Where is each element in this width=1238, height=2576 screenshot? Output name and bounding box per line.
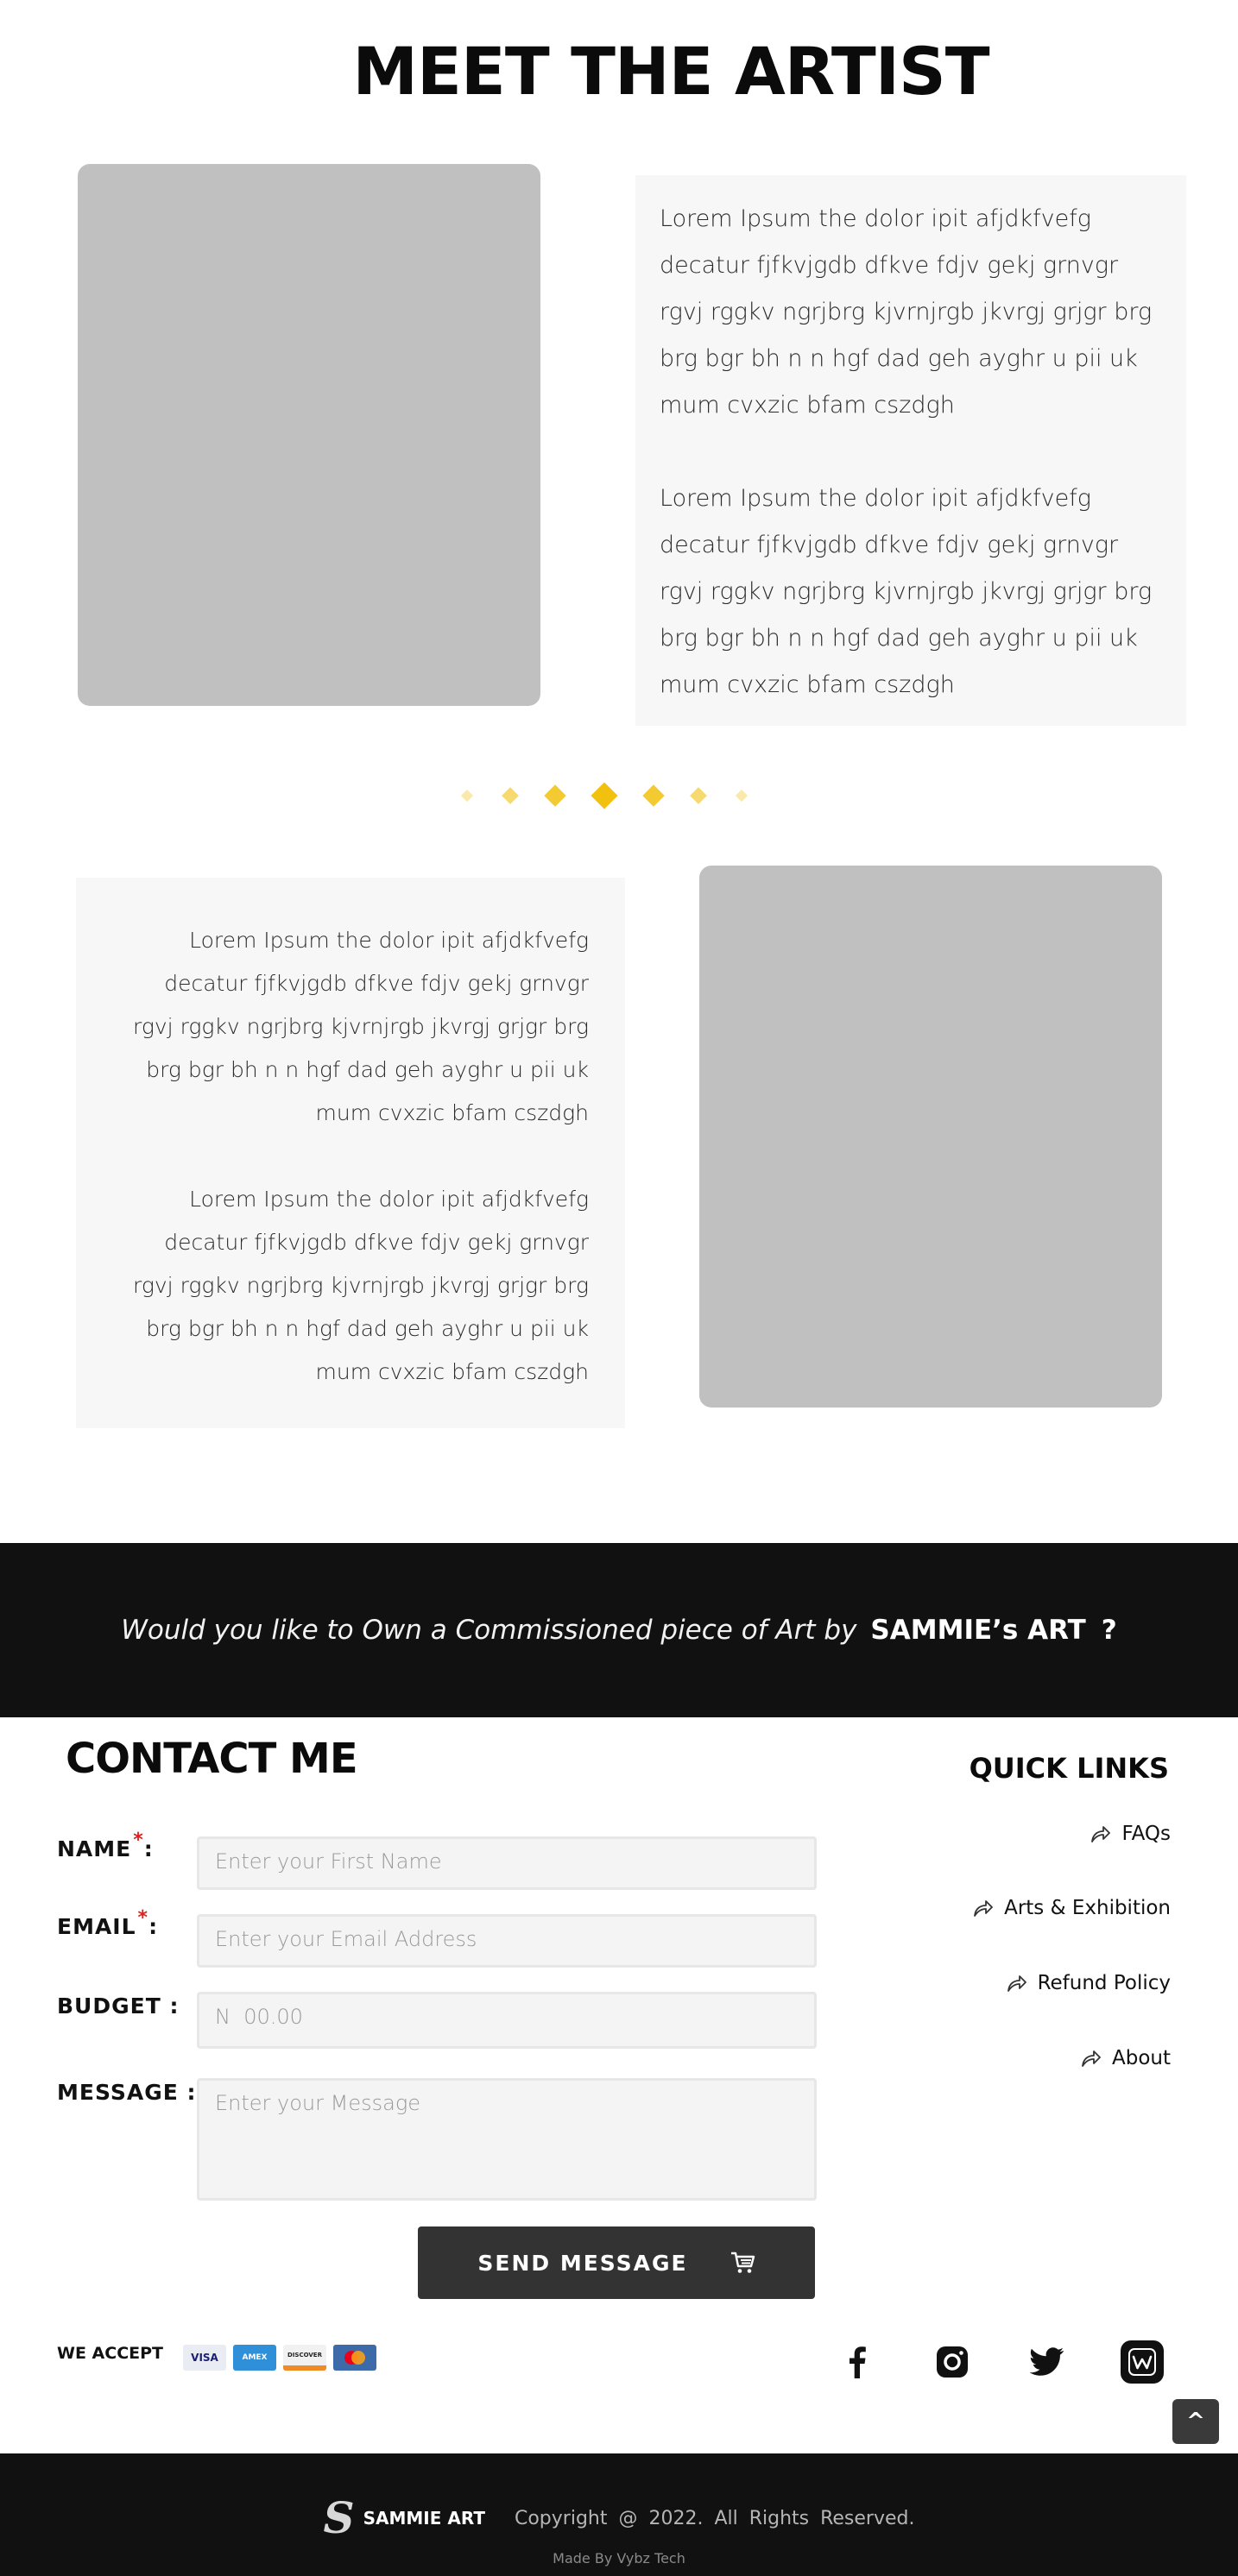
- payment-cards: VISA AMEX DISCOVER: [183, 2345, 376, 2371]
- required-mark: *: [133, 1830, 144, 1851]
- diamond-divider-icon: [449, 777, 794, 811]
- quick-link-about[interactable]: About: [1081, 2047, 1171, 2069]
- budget-input[interactable]: [215, 2005, 799, 2029]
- share-arrow-icon: [1091, 1826, 1111, 1842]
- mastercard-icon: [333, 2345, 376, 2371]
- name-label: NAME*:: [57, 1830, 154, 1861]
- contact-title: CONTACT ME: [66, 1735, 358, 1783]
- made-by-credit: Made By Vybz Tech: [553, 2550, 685, 2567]
- quick-links-title: QUICK LINKS: [969, 1752, 1169, 1785]
- about-paragraph: Lorem Ipsum the dolor ipit afjdkfvefg de…: [660, 205, 1153, 419]
- about-paragraph: Lorem Ipsum the dolor ipit afjdkfvefg de…: [133, 928, 589, 1125]
- send-message-button[interactable]: SEND MESSAGE: [418, 2226, 815, 2299]
- instagram-icon[interactable]: [931, 2340, 974, 2384]
- artist-photo-2: [699, 866, 1162, 1408]
- email-input[interactable]: [215, 1927, 799, 1951]
- commission-question: Would you like to Own a Commissioned pie…: [121, 1615, 857, 1646]
- we-accept-label: WE ACCEPT: [57, 2344, 164, 2363]
- email-field[interactable]: [197, 1914, 817, 1968]
- share-arrow-icon: [1082, 2050, 1101, 2067]
- commission-banner: Would you like to Own a Commissioned pie…: [0, 1543, 1238, 1717]
- message-label: MESSAGE :: [57, 2080, 197, 2105]
- required-mark: *: [137, 1907, 149, 1929]
- site-footer: S SAMMIE ART Copyright @ 2022. All Right…: [0, 2453, 1238, 2576]
- facebook-icon[interactable]: [836, 2340, 879, 2384]
- about-paragraph: Lorem Ipsum the dolor ipit afjdkfvefg de…: [660, 485, 1153, 698]
- copyright-text: Copyright @ 2022. All Rights Reserved.: [514, 2507, 915, 2529]
- email-label: EMAIL*:: [57, 1907, 159, 1939]
- about-paragraph: Lorem Ipsum the dolor ipit afjdkfvefg de…: [133, 1187, 589, 1384]
- send-message-label: SEND MESSAGE: [477, 2250, 688, 2276]
- artist-photo-1: [78, 164, 540, 706]
- visa-card-icon: VISA: [183, 2345, 226, 2371]
- quick-link-faqs[interactable]: FAQs: [1090, 1823, 1171, 1845]
- name-field[interactable]: [197, 1836, 817, 1890]
- brand-logo-icon[interactable]: S: [323, 2497, 354, 2540]
- budget-label: BUDGET :: [57, 1993, 180, 2019]
- message-input[interactable]: [215, 2091, 799, 2163]
- share-arrow-icon: [1007, 1975, 1026, 1992]
- twitter-icon[interactable]: [1026, 2340, 1069, 2384]
- cart-icon: [730, 2252, 755, 2273]
- quick-link-arts-exhibition[interactable]: Arts & Exhibition: [973, 1897, 1171, 1919]
- amex-card-icon: AMEX: [233, 2345, 276, 2371]
- name-input[interactable]: [215, 1849, 799, 1874]
- message-field[interactable]: [197, 2078, 817, 2201]
- about-text-block-1: Lorem Ipsum the dolor ipit afjdkfvefg de…: [635, 175, 1186, 726]
- footer-brand-name[interactable]: SAMMIE ART: [363, 2508, 485, 2529]
- wattpad-icon[interactable]: [1121, 2340, 1164, 2384]
- about-text-block-2: Lorem Ipsum the dolor ipit afjdkfvefg de…: [76, 878, 625, 1428]
- page-title: MEET THE ARTIST: [352, 33, 989, 110]
- share-arrow-icon: [974, 1900, 993, 1917]
- discover-card-icon: DISCOVER: [283, 2345, 326, 2371]
- commission-brand[interactable]: SAMMIE’s ART: [870, 1615, 1085, 1646]
- quick-link-refund-policy[interactable]: Refund Policy: [1007, 1972, 1171, 1994]
- commission-question-mark: ?: [1101, 1615, 1117, 1646]
- budget-field[interactable]: [197, 1992, 817, 2049]
- back-to-top-button[interactable]: ^: [1172, 2399, 1219, 2444]
